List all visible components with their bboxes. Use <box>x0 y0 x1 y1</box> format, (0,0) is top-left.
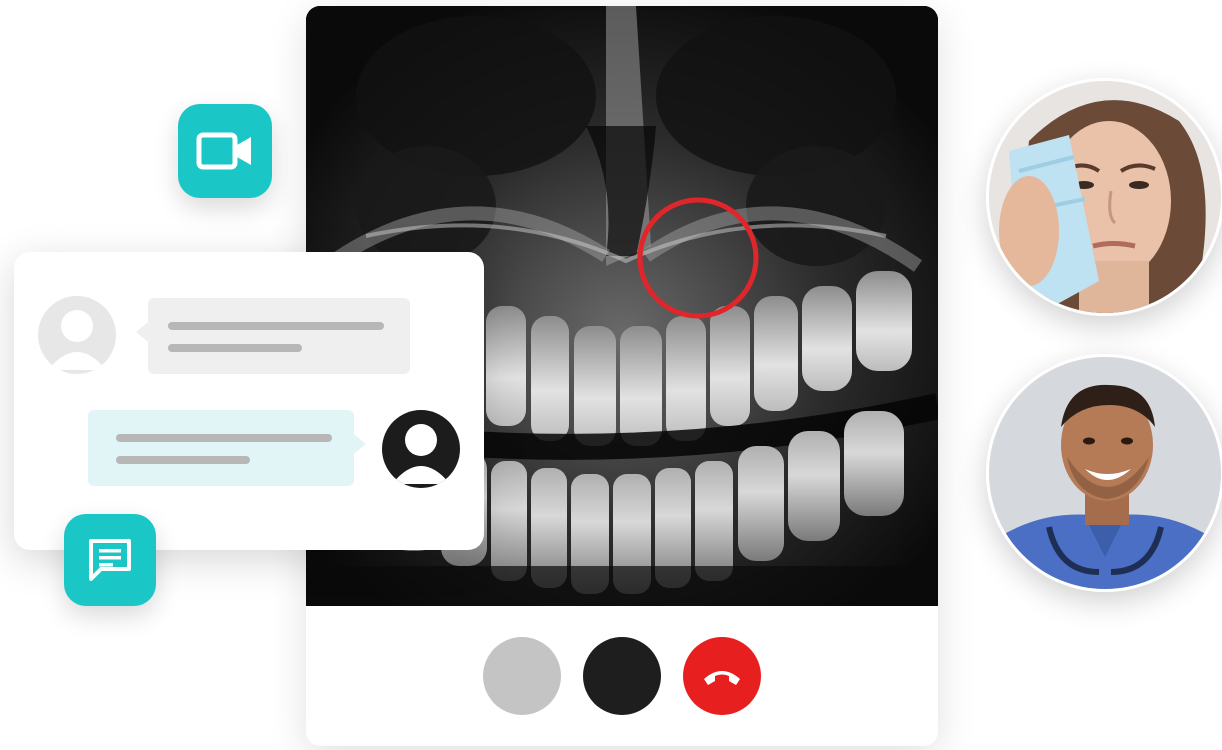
chat-panel <box>14 252 484 550</box>
telehealth-illustration <box>0 0 1222 750</box>
message-line <box>168 344 302 352</box>
video-camera-icon <box>196 132 251 170</box>
outgoing-message-bubble <box>88 410 366 486</box>
message-line <box>168 322 384 330</box>
incoming-message-bubble <box>136 298 410 374</box>
mute-button[interactable] <box>483 637 561 715</box>
user-avatar-icon <box>38 296 116 374</box>
message-line <box>116 456 250 464</box>
video-call-tile[interactable] <box>178 104 272 198</box>
phone-hangup-icon <box>704 671 740 685</box>
chat-tile[interactable] <box>64 514 156 606</box>
user-avatar-icon <box>382 410 460 488</box>
camera-toggle-button[interactable] <box>583 637 661 715</box>
patient-photo <box>986 78 1222 316</box>
chat-message-icon <box>89 539 131 581</box>
call-controls <box>306 606 938 746</box>
hang-up-button[interactable] <box>683 637 761 715</box>
doctor-photo <box>986 354 1222 592</box>
message-line <box>116 434 332 442</box>
